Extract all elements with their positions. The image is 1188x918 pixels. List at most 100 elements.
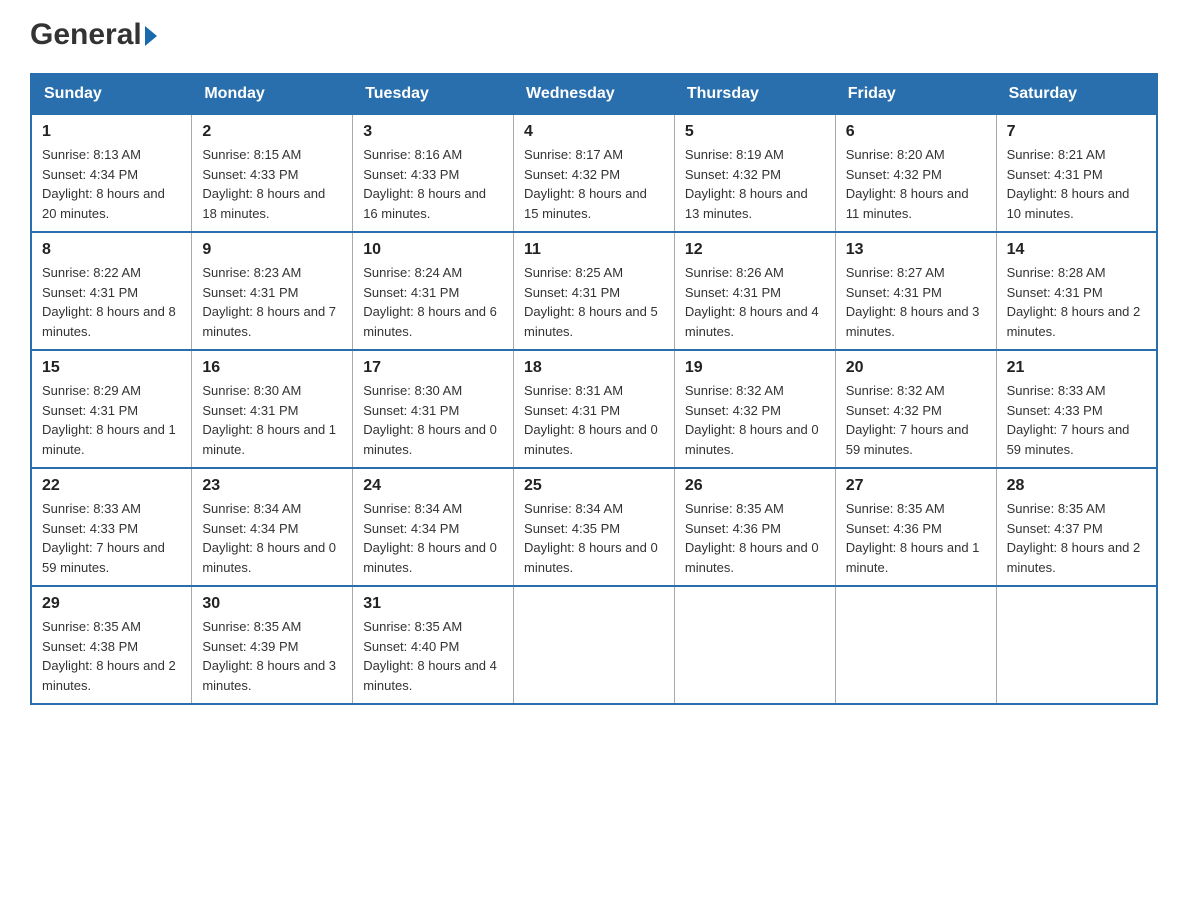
day-number: 11 xyxy=(524,241,664,259)
day-info: Sunrise: 8:15 AM Sunset: 4:33 PM Dayligh… xyxy=(202,145,342,223)
calendar-cell: 5 Sunrise: 8:19 AM Sunset: 4:32 PM Dayli… xyxy=(674,114,835,232)
day-info: Sunrise: 8:35 AM Sunset: 4:38 PM Dayligh… xyxy=(42,617,181,695)
day-info: Sunrise: 8:29 AM Sunset: 4:31 PM Dayligh… xyxy=(42,381,181,459)
calendar-cell: 10 Sunrise: 8:24 AM Sunset: 4:31 PM Dayl… xyxy=(353,232,514,350)
calendar-table: SundayMondayTuesdayWednesdayThursdayFrid… xyxy=(30,73,1158,705)
calendar-cell: 18 Sunrise: 8:31 AM Sunset: 4:31 PM Dayl… xyxy=(514,350,675,468)
calendar-cell: 30 Sunrise: 8:35 AM Sunset: 4:39 PM Dayl… xyxy=(192,586,353,704)
calendar-cell: 19 Sunrise: 8:32 AM Sunset: 4:32 PM Dayl… xyxy=(674,350,835,468)
calendar-cell: 2 Sunrise: 8:15 AM Sunset: 4:33 PM Dayli… xyxy=(192,114,353,232)
day-number: 27 xyxy=(846,477,986,495)
logo-general-text: General xyxy=(30,20,142,50)
day-info: Sunrise: 8:25 AM Sunset: 4:31 PM Dayligh… xyxy=(524,263,664,341)
day-info: Sunrise: 8:22 AM Sunset: 4:31 PM Dayligh… xyxy=(42,263,181,341)
calendar-cell: 15 Sunrise: 8:29 AM Sunset: 4:31 PM Dayl… xyxy=(31,350,192,468)
calendar-week-1: 1 Sunrise: 8:13 AM Sunset: 4:34 PM Dayli… xyxy=(31,114,1157,232)
page-header: General xyxy=(30,20,1158,53)
day-header-tuesday: Tuesday xyxy=(353,74,514,114)
calendar-cell: 27 Sunrise: 8:35 AM Sunset: 4:36 PM Dayl… xyxy=(835,468,996,586)
day-info: Sunrise: 8:24 AM Sunset: 4:31 PM Dayligh… xyxy=(363,263,503,341)
calendar-cell: 22 Sunrise: 8:33 AM Sunset: 4:33 PM Dayl… xyxy=(31,468,192,586)
day-info: Sunrise: 8:34 AM Sunset: 4:34 PM Dayligh… xyxy=(363,499,503,577)
day-number: 22 xyxy=(42,477,181,495)
day-header-monday: Monday xyxy=(192,74,353,114)
calendar-cell: 14 Sunrise: 8:28 AM Sunset: 4:31 PM Dayl… xyxy=(996,232,1157,350)
day-number: 8 xyxy=(42,241,181,259)
day-info: Sunrise: 8:35 AM Sunset: 4:37 PM Dayligh… xyxy=(1007,499,1146,577)
day-number: 26 xyxy=(685,477,825,495)
day-number: 1 xyxy=(42,123,181,141)
calendar-cell xyxy=(835,586,996,704)
calendar-week-4: 22 Sunrise: 8:33 AM Sunset: 4:33 PM Dayl… xyxy=(31,468,1157,586)
day-info: Sunrise: 8:34 AM Sunset: 4:34 PM Dayligh… xyxy=(202,499,342,577)
day-number: 29 xyxy=(42,595,181,613)
day-number: 18 xyxy=(524,359,664,377)
calendar-cell: 17 Sunrise: 8:30 AM Sunset: 4:31 PM Dayl… xyxy=(353,350,514,468)
day-number: 2 xyxy=(202,123,342,141)
day-info: Sunrise: 8:17 AM Sunset: 4:32 PM Dayligh… xyxy=(524,145,664,223)
calendar-week-5: 29 Sunrise: 8:35 AM Sunset: 4:38 PM Dayl… xyxy=(31,586,1157,704)
calendar-cell: 12 Sunrise: 8:26 AM Sunset: 4:31 PM Dayl… xyxy=(674,232,835,350)
day-info: Sunrise: 8:35 AM Sunset: 4:36 PM Dayligh… xyxy=(846,499,986,577)
day-info: Sunrise: 8:21 AM Sunset: 4:31 PM Dayligh… xyxy=(1007,145,1146,223)
calendar-cell: 28 Sunrise: 8:35 AM Sunset: 4:37 PM Dayl… xyxy=(996,468,1157,586)
day-info: Sunrise: 8:32 AM Sunset: 4:32 PM Dayligh… xyxy=(685,381,825,459)
day-info: Sunrise: 8:26 AM Sunset: 4:31 PM Dayligh… xyxy=(685,263,825,341)
day-number: 28 xyxy=(1007,477,1146,495)
day-number: 21 xyxy=(1007,359,1146,377)
day-info: Sunrise: 8:30 AM Sunset: 4:31 PM Dayligh… xyxy=(202,381,342,459)
day-number: 7 xyxy=(1007,123,1146,141)
day-info: Sunrise: 8:35 AM Sunset: 4:39 PM Dayligh… xyxy=(202,617,342,695)
day-number: 17 xyxy=(363,359,503,377)
day-number: 20 xyxy=(846,359,986,377)
day-info: Sunrise: 8:20 AM Sunset: 4:32 PM Dayligh… xyxy=(846,145,986,223)
calendar-week-2: 8 Sunrise: 8:22 AM Sunset: 4:31 PM Dayli… xyxy=(31,232,1157,350)
calendar-cell xyxy=(996,586,1157,704)
day-number: 14 xyxy=(1007,241,1146,259)
calendar-cell: 25 Sunrise: 8:34 AM Sunset: 4:35 PM Dayl… xyxy=(514,468,675,586)
calendar-cell: 9 Sunrise: 8:23 AM Sunset: 4:31 PM Dayli… xyxy=(192,232,353,350)
day-info: Sunrise: 8:34 AM Sunset: 4:35 PM Dayligh… xyxy=(524,499,664,577)
calendar-cell: 31 Sunrise: 8:35 AM Sunset: 4:40 PM Dayl… xyxy=(353,586,514,704)
calendar-cell: 20 Sunrise: 8:32 AM Sunset: 4:32 PM Dayl… xyxy=(835,350,996,468)
calendar-cell xyxy=(674,586,835,704)
day-number: 9 xyxy=(202,241,342,259)
day-number: 4 xyxy=(524,123,664,141)
day-info: Sunrise: 8:13 AM Sunset: 4:34 PM Dayligh… xyxy=(42,145,181,223)
day-number: 15 xyxy=(42,359,181,377)
day-number: 6 xyxy=(846,123,986,141)
day-info: Sunrise: 8:32 AM Sunset: 4:32 PM Dayligh… xyxy=(846,381,986,459)
day-info: Sunrise: 8:30 AM Sunset: 4:31 PM Dayligh… xyxy=(363,381,503,459)
calendar-cell: 13 Sunrise: 8:27 AM Sunset: 4:31 PM Dayl… xyxy=(835,232,996,350)
day-info: Sunrise: 8:23 AM Sunset: 4:31 PM Dayligh… xyxy=(202,263,342,341)
day-number: 12 xyxy=(685,241,825,259)
calendar-cell: 6 Sunrise: 8:20 AM Sunset: 4:32 PM Dayli… xyxy=(835,114,996,232)
day-number: 3 xyxy=(363,123,503,141)
calendar-cell: 16 Sunrise: 8:30 AM Sunset: 4:31 PM Dayl… xyxy=(192,350,353,468)
day-number: 19 xyxy=(685,359,825,377)
day-header-saturday: Saturday xyxy=(996,74,1157,114)
day-info: Sunrise: 8:27 AM Sunset: 4:31 PM Dayligh… xyxy=(846,263,986,341)
calendar-week-3: 15 Sunrise: 8:29 AM Sunset: 4:31 PM Dayl… xyxy=(31,350,1157,468)
day-number: 31 xyxy=(363,595,503,613)
day-number: 24 xyxy=(363,477,503,495)
day-info: Sunrise: 8:33 AM Sunset: 4:33 PM Dayligh… xyxy=(1007,381,1146,459)
day-header-friday: Friday xyxy=(835,74,996,114)
calendar-cell: 3 Sunrise: 8:16 AM Sunset: 4:33 PM Dayli… xyxy=(353,114,514,232)
calendar-cell: 24 Sunrise: 8:34 AM Sunset: 4:34 PM Dayl… xyxy=(353,468,514,586)
logo-triangle-icon xyxy=(145,26,157,46)
day-info: Sunrise: 8:19 AM Sunset: 4:32 PM Dayligh… xyxy=(685,145,825,223)
day-info: Sunrise: 8:16 AM Sunset: 4:33 PM Dayligh… xyxy=(363,145,503,223)
day-info: Sunrise: 8:28 AM Sunset: 4:31 PM Dayligh… xyxy=(1007,263,1146,341)
day-number: 23 xyxy=(202,477,342,495)
calendar-cell: 7 Sunrise: 8:21 AM Sunset: 4:31 PM Dayli… xyxy=(996,114,1157,232)
calendar-cell: 26 Sunrise: 8:35 AM Sunset: 4:36 PM Dayl… xyxy=(674,468,835,586)
calendar-cell xyxy=(514,586,675,704)
calendar-cell: 29 Sunrise: 8:35 AM Sunset: 4:38 PM Dayl… xyxy=(31,586,192,704)
day-info: Sunrise: 8:35 AM Sunset: 4:40 PM Dayligh… xyxy=(363,617,503,695)
day-info: Sunrise: 8:35 AM Sunset: 4:36 PM Dayligh… xyxy=(685,499,825,577)
calendar-cell: 4 Sunrise: 8:17 AM Sunset: 4:32 PM Dayli… xyxy=(514,114,675,232)
day-number: 13 xyxy=(846,241,986,259)
calendar-header-row: SundayMondayTuesdayWednesdayThursdayFrid… xyxy=(31,74,1157,114)
day-number: 30 xyxy=(202,595,342,613)
